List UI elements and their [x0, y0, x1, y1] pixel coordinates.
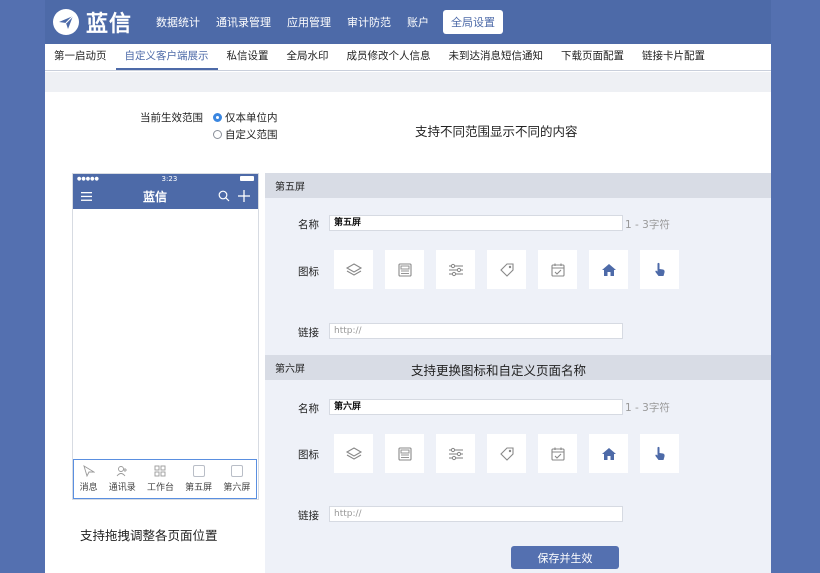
newspaper-icon — [397, 262, 412, 277]
screen5-name-label: 名称 — [298, 219, 319, 231]
phone-preview: ●●●●● 3:23 蓝信 消息 通讯录 工作台 第五屏 第六屏 — [72, 173, 259, 500]
sliders-icon — [448, 263, 463, 276]
screen6-name-hint: 1 - 3字符 — [625, 402, 670, 414]
tag-icon — [499, 446, 514, 461]
menu-icon — [81, 191, 92, 201]
screen5-name-input[interactable]: 第五屏 — [329, 215, 623, 231]
icon-option-layers[interactable] — [334, 434, 373, 473]
scope-option-custom[interactable]: 自定义范围 — [213, 127, 278, 142]
phone-status-bar: ●●●●● 3:23 — [73, 174, 258, 183]
plus-icon — [237, 190, 250, 202]
subnav-client-display[interactable]: 自定义客户端展示 — [115, 48, 218, 70]
app-window: 蓝信 数据统计 通讯录管理 应用管理 审计防范 账户 全局设置 第一启动页 自定… — [45, 0, 771, 573]
screen6-icon-label: 图标 — [298, 449, 319, 461]
icon-option-home[interactable] — [589, 250, 628, 289]
icon-option-calendar-check[interactable] — [538, 434, 577, 473]
topnav-account[interactable]: 账户 — [399, 10, 437, 34]
send-icon — [82, 465, 95, 477]
icon-option-sliders[interactable] — [436, 250, 475, 289]
tag-icon — [499, 262, 514, 277]
screen6-link-input[interactable]: http:// — [329, 506, 623, 522]
save-and-apply-button[interactable]: 保存并生效 — [511, 546, 619, 569]
icon-option-layers[interactable] — [334, 250, 373, 289]
icon-option-tag[interactable] — [487, 250, 526, 289]
screen6-name-label: 名称 — [298, 403, 319, 415]
phone-header: 蓝信 — [73, 183, 258, 209]
phone-tab-workbench[interactable]: 工作台 — [147, 465, 174, 493]
calendar-check-icon — [550, 263, 565, 277]
topnav-stats[interactable]: 数据统计 — [148, 10, 208, 34]
icon-option-calendar-check[interactable] — [538, 250, 577, 289]
pointer-hand-icon — [654, 446, 665, 460]
phone-title: 蓝信 — [142, 189, 167, 204]
icon-option-pointer-hand[interactable] — [640, 434, 679, 473]
layers-icon — [345, 446, 362, 460]
subnav-download-page[interactable]: 下载页面配置 — [552, 48, 633, 70]
scope-option-internal[interactable]: 仅本单位内 — [213, 110, 278, 125]
subnav-private-msg[interactable]: 私信设置 — [218, 48, 278, 70]
top-nav: 数据统计 通讯录管理 应用管理 审计防范 账户 全局设置 — [148, 10, 504, 34]
subnav-sms-notify[interactable]: 未到达消息短信通知 — [440, 48, 553, 70]
icon-annotation: 支持更换图标和自定义页面名称 — [411, 363, 587, 378]
logo-icon — [53, 9, 79, 35]
screen6-name-input[interactable]: 第六屏 — [329, 399, 623, 415]
screen6-panel: 第六屏 名称 第六屏 1 - 3字符 图标 链接 http:// — [265, 355, 771, 573]
blank-square-icon — [192, 465, 205, 477]
screen5-link-label: 链接 — [298, 327, 319, 339]
blank-square-icon — [230, 465, 243, 477]
screen5-icon-label: 图标 — [298, 266, 319, 278]
top-bar: 蓝信 数据统计 通讯录管理 应用管理 审计防范 账户 全局设置 — [45, 0, 771, 44]
subnav-link-card[interactable]: 链接卡片配置 — [633, 48, 714, 70]
sub-nav: 第一启动页 自定义客户端展示 私信设置 全局水印 成员修改个人信息 未到达消息短… — [45, 44, 771, 71]
grid-icon — [155, 465, 166, 477]
topnav-contacts[interactable]: 通讯录管理 — [208, 10, 279, 34]
subnav-member-edit[interactable]: 成员修改个人信息 — [338, 48, 440, 70]
radio-selected-icon — [213, 113, 222, 122]
pointer-hand-icon — [654, 262, 665, 276]
newspaper-icon — [397, 446, 412, 461]
battery-icon — [240, 176, 254, 181]
screen5-panel: 第五屏 名称 第五屏 1 - 3字符 图标 链接 http:// — [265, 173, 771, 355]
phone-tab-screen6[interactable]: 第六屏 — [223, 465, 250, 493]
scope-label: 当前生效范围 — [140, 112, 203, 124]
logo-text: 蓝信 — [86, 12, 133, 37]
drag-annotation: 支持拖拽调整各页面位置 — [80, 528, 218, 543]
screen5-name-hint: 1 - 3字符 — [625, 219, 670, 231]
icon-option-sliders[interactable] — [436, 434, 475, 473]
subnav-watermark[interactable]: 全局水印 — [278, 48, 338, 70]
scope-selector: 当前生效范围 仅本单位内 自定义范围 — [140, 110, 278, 144]
phone-tab-bar[interactable]: 消息 通讯录 工作台 第五屏 第六屏 — [73, 459, 257, 499]
search-icon — [218, 190, 230, 202]
icon-option-tag[interactable] — [487, 434, 526, 473]
topnav-audit[interactable]: 审计防范 — [339, 10, 399, 34]
sliders-icon — [448, 447, 463, 460]
screen5-link-input[interactable]: http:// — [329, 323, 623, 339]
calendar-check-icon — [550, 447, 565, 461]
contacts-icon — [116, 466, 128, 477]
home-icon — [601, 263, 616, 276]
phone-tab-screen5[interactable]: 第五屏 — [185, 465, 212, 493]
logo: 蓝信 — [53, 6, 132, 38]
screen6-link-label: 链接 — [298, 510, 319, 522]
topnav-apps[interactable]: 应用管理 — [279, 10, 339, 34]
icon-option-home[interactable] — [589, 434, 628, 473]
signal-dots: ●●●●● — [77, 175, 99, 182]
radio-unselected-icon — [213, 130, 222, 139]
home-icon — [601, 447, 616, 460]
screen5-header: 第五屏 — [265, 173, 771, 198]
scope-annotation: 支持不同范围显示不同的内容 — [415, 124, 578, 139]
layers-icon — [345, 262, 362, 276]
phone-tab-contacts[interactable]: 通讯录 — [109, 465, 136, 493]
icon-option-newspaper[interactable] — [385, 250, 424, 289]
phone-tab-messages[interactable]: 消息 — [80, 465, 98, 493]
icon-option-newspaper[interactable] — [385, 434, 424, 473]
icon-option-pointer-hand[interactable] — [640, 250, 679, 289]
topnav-global-settings[interactable]: 全局设置 — [443, 10, 504, 34]
subnav-startup-page[interactable]: 第一启动页 — [45, 48, 116, 70]
spacer-band — [45, 72, 771, 92]
phone-time: 3:23 — [161, 174, 178, 183]
